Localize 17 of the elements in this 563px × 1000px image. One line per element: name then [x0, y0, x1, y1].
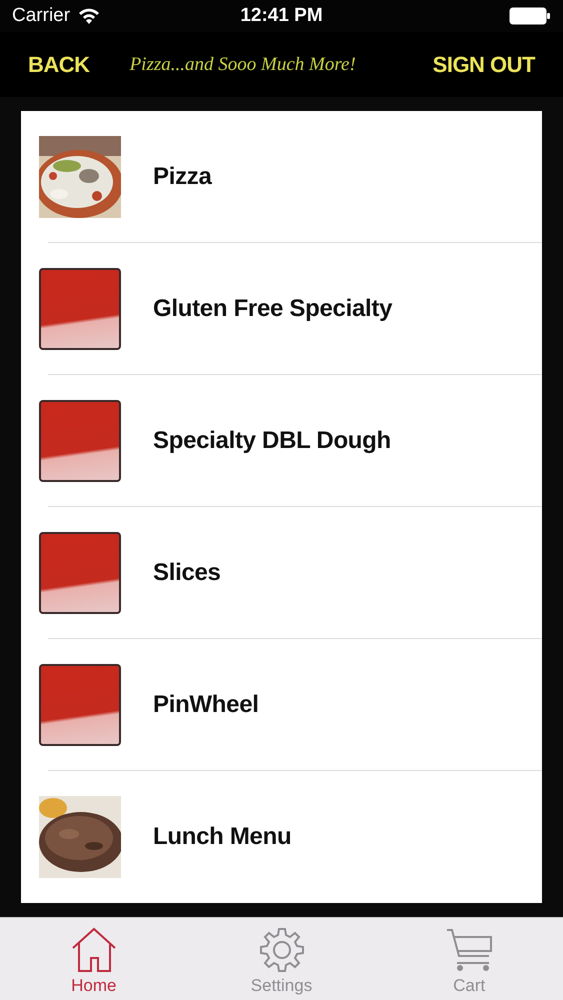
- clock-time: 12:41 PM: [240, 5, 323, 28]
- battery-icon: [509, 7, 551, 26]
- menu-item[interactable]: Pizza: [153, 163, 212, 191]
- sign-out-button[interactable]: SIGN OUT: [432, 52, 535, 78]
- tagline: Pizza...and Sooo Much More!: [130, 54, 356, 76]
- tab-bar-item[interactable]: Home: [0, 918, 188, 1000]
- menu-item[interactable]: Specialty DBL Dough: [153, 427, 391, 455]
- home-icon: [70, 926, 118, 974]
- carrier-name: Carrier: [12, 5, 70, 28]
- menu-item[interactable]: Gluten Free Specialty: [153, 295, 392, 323]
- menu-item[interactable]: Lunch Menu: [153, 823, 292, 851]
- cart-icon: [445, 926, 494, 974]
- settings-icon: [258, 926, 306, 974]
- menu-item[interactable]: Slices: [153, 559, 221, 587]
- menu-item[interactable]: PinWheel: [153, 691, 259, 719]
- back-button[interactable]: BACK: [28, 52, 90, 78]
- wifi-icon: [78, 8, 100, 24]
